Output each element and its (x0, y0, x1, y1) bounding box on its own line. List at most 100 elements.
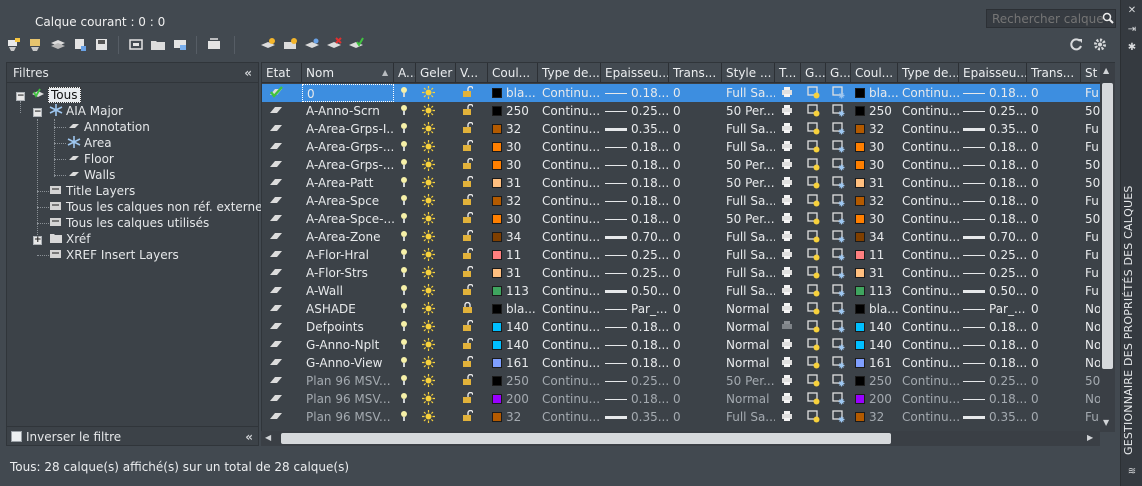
grid-cell[interactable] (826, 282, 851, 300)
grid-cell[interactable] (775, 138, 801, 156)
grid-cell[interactable]: 0 (669, 156, 722, 174)
grid-cell[interactable]: 0.35... (601, 120, 669, 138)
grid-cell[interactable]: G-Anno-Nplt (302, 336, 394, 354)
grid-cell[interactable] (394, 372, 416, 390)
tree-item-title-layers[interactable]: Title Layers (49, 183, 135, 199)
printer-icon[interactable] (781, 123, 793, 137)
grid-cell[interactable]: Continu... (898, 264, 959, 282)
new-vp-freeze-icon[interactable] (832, 230, 845, 246)
grid-cell[interactable]: A-Area-Grps-... (302, 138, 394, 156)
grid-cell[interactable]: Continu... (898, 156, 959, 174)
grid-cell[interactable] (456, 336, 488, 354)
grid-cell[interactable]: Continu... (538, 300, 601, 318)
grid-cell[interactable] (262, 156, 302, 174)
unlock-icon[interactable] (462, 247, 474, 263)
column-header[interactable]: G... (801, 63, 826, 83)
layer-status-icon[interactable] (268, 410, 284, 424)
sun-thaw-icon[interactable] (422, 122, 435, 138)
grid-cell[interactable]: Continu... (538, 156, 601, 174)
printer-icon[interactable] (781, 231, 793, 245)
grid-cell[interactable] (394, 210, 416, 228)
grid-cell[interactable]: Plan 96 MSV... (302, 372, 394, 390)
grid-cell[interactable] (775, 102, 801, 120)
grid-cell[interactable]: Continu... (538, 336, 601, 354)
layer-row[interactable]: G-Anno-View 161 Continu... 0.18... 0 Normal 16… (262, 354, 1102, 372)
grid-cell[interactable] (416, 228, 456, 246)
grid-cell[interactable]: 0 (1027, 318, 1081, 336)
grid-cell[interactable] (416, 138, 456, 156)
grid-cell[interactable]: 0 (1027, 84, 1081, 102)
grid-cell[interactable]: 0 (1027, 408, 1081, 426)
grid-cell[interactable] (826, 300, 851, 318)
palette-layers-icon[interactable]: ≋ (1126, 466, 1138, 478)
unlock-icon[interactable] (462, 121, 474, 137)
grid-cell[interactable]: 0.18... (959, 354, 1027, 372)
sun-thaw-icon[interactable] (422, 266, 435, 282)
grid-cell[interactable]: 0 (1027, 354, 1081, 372)
layer-status-icon[interactable] (268, 320, 284, 334)
grid-cell[interactable]: 161 (851, 354, 898, 372)
column-header[interactable]: Coul... (851, 63, 898, 83)
tree-item-floor[interactable]: Floor (67, 151, 114, 167)
grid-cell[interactable]: Continu... (538, 372, 601, 390)
grid-cell[interactable] (775, 84, 801, 102)
grid-cell[interactable] (775, 156, 801, 174)
grid-cell[interactable] (826, 372, 851, 390)
grid-cell[interactable]: 0 (669, 228, 722, 246)
grid-cell[interactable] (416, 84, 456, 102)
grid-cell[interactable]: 0.25... (601, 264, 669, 282)
grid-cell[interactable]: Continu... (538, 318, 601, 336)
grid-cell[interactable]: 31 (488, 264, 538, 282)
grid-cell[interactable] (775, 318, 801, 336)
grid-cell[interactable]: 140 (488, 318, 538, 336)
grid-cell[interactable]: 0 (1027, 390, 1081, 408)
grid-cell[interactable] (775, 192, 801, 210)
grid-cell[interactable]: 0 (1027, 336, 1081, 354)
grid-cell[interactable]: 0.18... (959, 84, 1027, 102)
new-layer-frozen-icon[interactable] (282, 37, 298, 52)
grid-cell[interactable] (801, 120, 826, 138)
grid-cell[interactable]: 0 (1027, 228, 1081, 246)
grid-cell[interactable]: bla... (488, 300, 538, 318)
grid-cell[interactable] (801, 372, 826, 390)
grid-cell[interactable] (394, 282, 416, 300)
vp-freeze-icon[interactable] (807, 176, 820, 192)
lock-icon[interactable] (462, 301, 473, 317)
grid-cell[interactable]: 200 (488, 390, 538, 408)
tree-item-used-layers[interactable]: Tous les calques utilisés (49, 215, 209, 231)
unlock-icon[interactable] (462, 175, 474, 191)
new-vp-freeze-icon[interactable] (832, 338, 845, 354)
grid-cell[interactable] (394, 156, 416, 174)
grid-cell[interactable]: 0 (669, 246, 722, 264)
new-vp-freeze-icon[interactable] (832, 86, 845, 102)
vp-freeze-icon[interactable] (807, 194, 820, 210)
vp-freeze-icon[interactable] (807, 410, 820, 426)
grid-cell[interactable] (826, 264, 851, 282)
layer-status-icon[interactable] (268, 248, 284, 262)
grid-cell[interactable]: 0 (1027, 372, 1081, 390)
grid-cell[interactable] (801, 156, 826, 174)
grid-cell[interactable]: Plan 96 MSV... (302, 390, 394, 408)
grid-cell[interactable]: 31 (851, 174, 898, 192)
vp-freeze-icon[interactable] (807, 374, 820, 390)
grid-cell[interactable]: 34 (488, 228, 538, 246)
grid-cell[interactable] (775, 408, 801, 426)
new-vp-freeze-icon[interactable] (832, 356, 845, 372)
search-layer-input[interactable] (986, 9, 1116, 28)
grid-cell[interactable]: Full Sa... (722, 228, 775, 246)
layer-status-icon[interactable] (268, 302, 284, 316)
grid-cell[interactable] (801, 228, 826, 246)
sun-thaw-icon[interactable] (422, 212, 435, 228)
printer-icon[interactable] (781, 357, 793, 371)
grid-cell[interactable]: Continu... (898, 282, 959, 300)
new-vp-freeze-icon[interactable] (832, 284, 845, 300)
layer-status-icon[interactable] (268, 104, 284, 118)
unlock-icon[interactable] (462, 211, 474, 227)
grid-cell[interactable] (826, 246, 851, 264)
grid-cell[interactable]: Continu... (538, 246, 601, 264)
grid-cell[interactable]: 0 (1027, 192, 1081, 210)
printer-icon[interactable] (781, 141, 793, 155)
grid-cell[interactable]: 0 (669, 336, 722, 354)
grid-cell[interactable] (394, 174, 416, 192)
horizontal-scrollbar[interactable]: ◀ ▶ (261, 431, 1100, 446)
